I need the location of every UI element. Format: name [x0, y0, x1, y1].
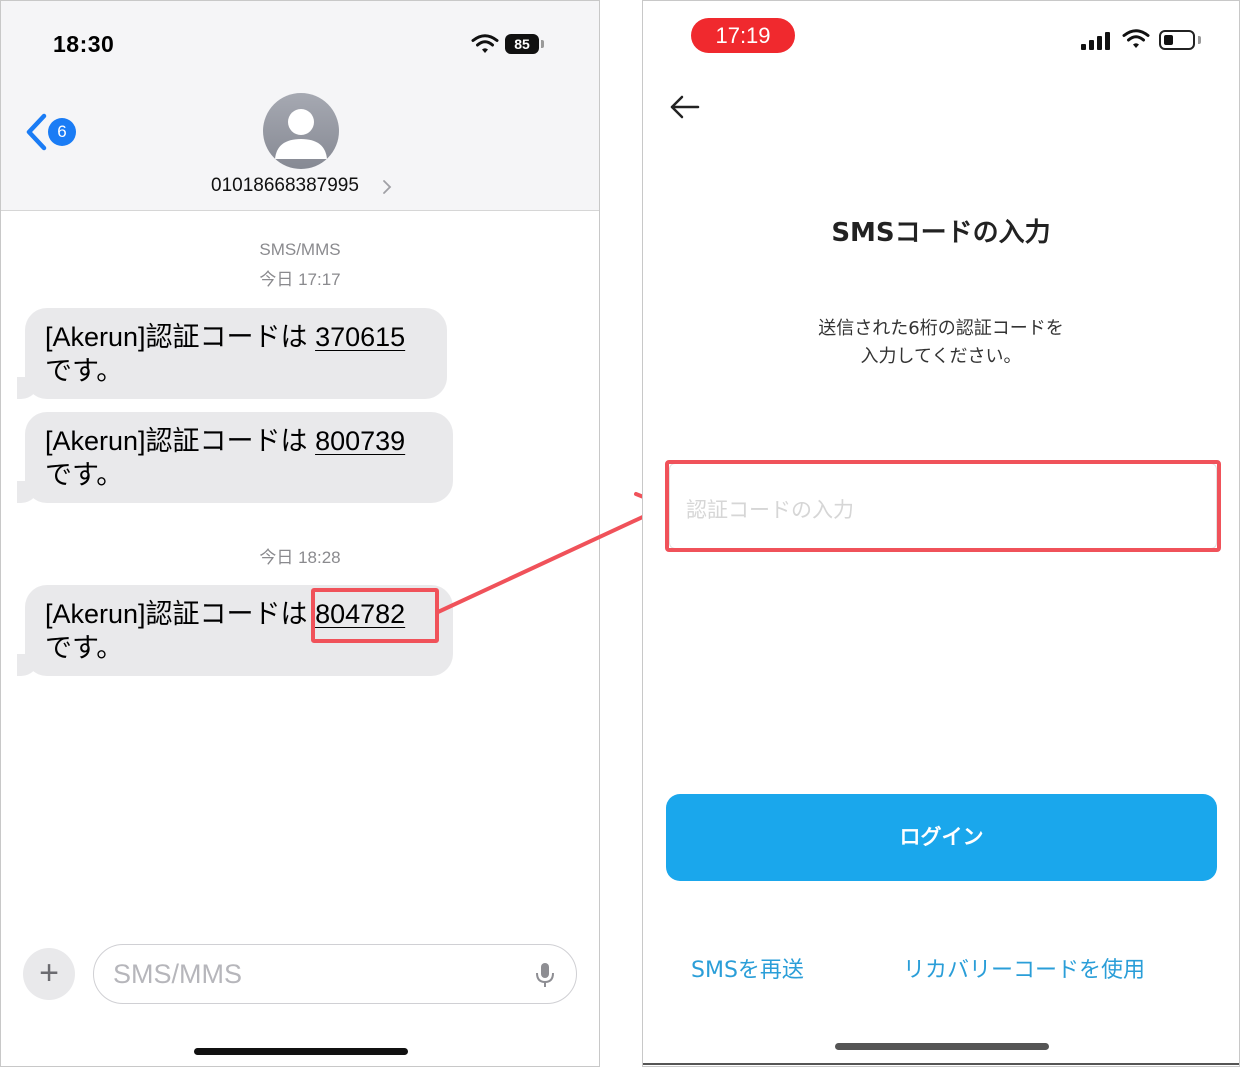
- plus-icon[interactable]: +: [23, 948, 75, 1000]
- wifi-icon: [471, 34, 499, 53]
- input-highlight-box: [665, 460, 1221, 552]
- message-text: です。: [45, 633, 124, 663]
- battery-icon: 85: [505, 34, 539, 54]
- arrow-left-icon[interactable]: [669, 94, 701, 120]
- chevron-right-icon[interactable]: [382, 179, 392, 195]
- message-text: [Akerun]認証コードは: [45, 599, 316, 629]
- battery-cap: [1198, 36, 1201, 44]
- login-button[interactable]: ログイン: [666, 794, 1217, 881]
- battery-cap: [541, 40, 544, 48]
- home-indicator: [194, 1048, 408, 1055]
- timestamp: 今日 18:28: [259, 548, 341, 567]
- instruction-line: 送信された6桁の認証コードを: [818, 318, 1064, 339]
- messages-screen: 18:30 85 6 01018668387995 SMS/MMS 今日 17:…: [0, 0, 600, 1067]
- status-time: 18:30: [53, 31, 115, 57]
- code-highlight-box: [311, 588, 439, 643]
- battery-level: [1164, 35, 1173, 45]
- app-screen: 17:19 SMSコードの入力 送信された6桁の認証コードを 入力してください。…: [642, 0, 1240, 1067]
- chevron-left-icon[interactable]: [23, 113, 49, 151]
- message-input-placeholder: SMS/MMS: [113, 959, 243, 989]
- contact-avatar[interactable]: [263, 93, 339, 169]
- wifi-icon: [1122, 29, 1150, 48]
- cellular-signal-icon: [1081, 32, 1110, 50]
- verification-code[interactable]: 800739: [315, 426, 405, 456]
- service-label: SMS/MMS: [259, 240, 341, 259]
- page-title: SMSコードの入力: [831, 218, 1051, 248]
- bottom-divider: [643, 1063, 1239, 1065]
- instruction-text: 送信された6桁の認証コードを 入力してください。: [643, 315, 1239, 371]
- message-text: [Akerun]認証コードは: [45, 426, 316, 456]
- home-indicator: [835, 1043, 1049, 1050]
- resend-sms-link[interactable]: SMSを再送: [691, 952, 804, 984]
- microphone-icon[interactable]: [534, 961, 556, 989]
- message-bubble[interactable]: [Akerun]認証コードは 800739 です。: [25, 412, 453, 503]
- timestamp: 今日 17:17: [259, 270, 341, 289]
- message-text: です。: [45, 460, 124, 490]
- conversation-header: 18:30 85 6 01018668387995: [1, 1, 599, 211]
- unread-count-badge[interactable]: 6: [48, 118, 76, 146]
- person-icon: [275, 109, 327, 159]
- instruction-line: 入力してください。: [860, 346, 1022, 367]
- message-text: です。: [45, 356, 124, 386]
- contact-number[interactable]: 01018668387995: [211, 175, 411, 197]
- message-bubble[interactable]: [Akerun]認証コードは 370615 です。: [25, 308, 447, 399]
- message-input[interactable]: SMS/MMS: [93, 944, 577, 1004]
- battery-icon: [1159, 30, 1195, 50]
- message-text: [Akerun]認証コードは: [45, 322, 316, 352]
- verification-code[interactable]: 370615: [315, 322, 405, 352]
- recovery-code-link[interactable]: リカバリーコードを使用: [903, 952, 1145, 984]
- status-time: 17:19: [691, 18, 795, 53]
